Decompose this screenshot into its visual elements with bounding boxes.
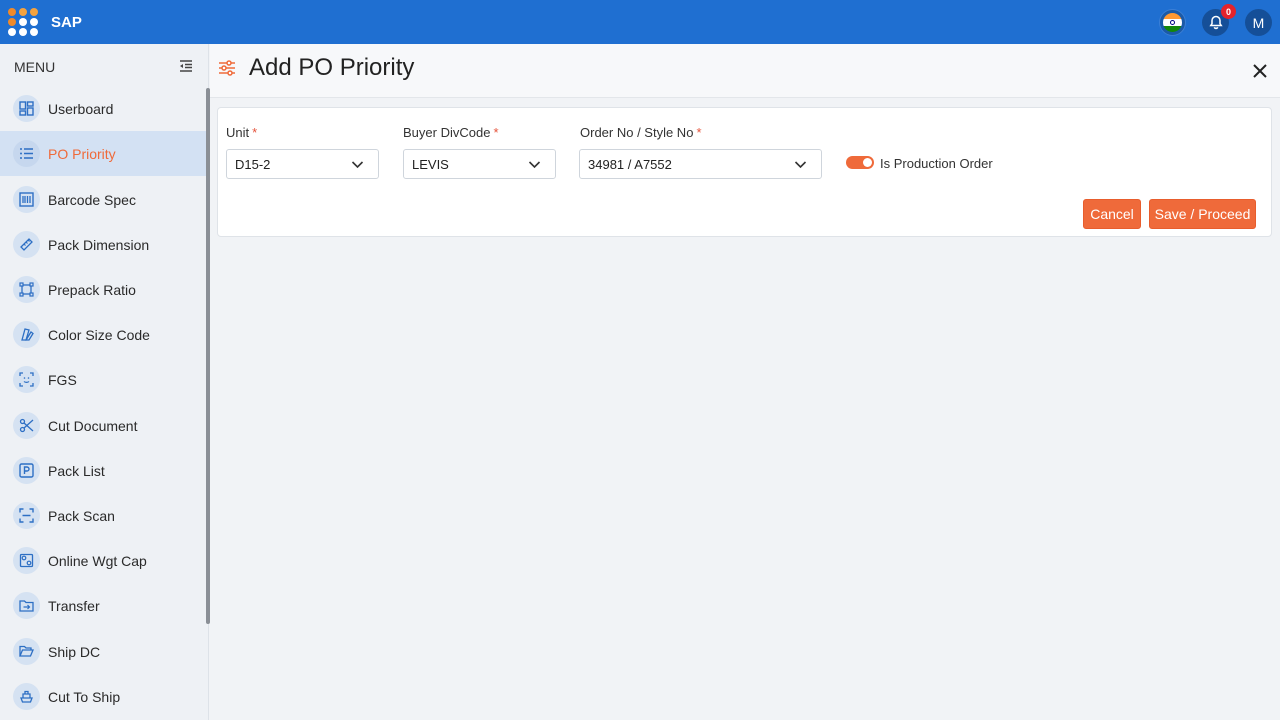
india-flag-icon[interactable] <box>1159 9 1186 36</box>
sliders-icon <box>219 60 235 76</box>
sidebar-item-prepack-ratio[interactable]: Prepack Ratio <box>0 267 207 312</box>
menu-header: MENU <box>14 59 56 75</box>
sidebar-item-label: Pack Dimension <box>48 236 150 253</box>
sidebar-item-barcode-spec[interactable]: Barcode Spec <box>0 177 207 222</box>
buyer-divcode-label-text: Buyer DivCode <box>403 125 491 140</box>
ship-icon <box>13 683 40 710</box>
save-proceed-button[interactable]: Save / Proceed <box>1149 199 1256 229</box>
unit-select-value: D15-2 <box>235 156 271 172</box>
vector-square-icon <box>13 276 40 303</box>
sidebar-item-userboard[interactable]: Userboard <box>0 86 207 131</box>
sidebar-item-label: Color Size Code <box>48 326 150 343</box>
color-swatch-icon <box>13 321 40 348</box>
chevron-down-icon <box>528 161 541 169</box>
sidebar-item-pack-scan[interactable]: Pack Scan <box>0 493 207 538</box>
scissors-icon <box>13 412 40 439</box>
app-grid-logo-icon[interactable] <box>8 8 38 36</box>
barcode-icon <box>13 186 40 213</box>
dashboard-icon <box>13 95 40 122</box>
sidebar-item-label: Cut To Ship <box>48 688 121 705</box>
parking-square-icon <box>13 457 40 484</box>
sidebar-item-label: Pack List <box>48 462 105 479</box>
sidebar-item-fgs[interactable]: FGS <box>0 357 207 402</box>
sidebar-item-label: Online Wgt Cap <box>48 552 147 569</box>
sidebar-item-label: Pack Scan <box>48 507 115 524</box>
app-title: SAP <box>51 14 82 31</box>
toggle-knob <box>863 158 872 167</box>
ruler-icon <box>13 231 40 258</box>
sidebar-item-pack-list[interactable]: Pack List <box>0 448 207 493</box>
chevron-down-icon <box>351 161 364 169</box>
required-mark: * <box>696 125 702 140</box>
order-style-select-value: 34981 / A7552 <box>588 156 672 172</box>
sidebar-item-transfer[interactable]: Transfer <box>0 583 207 628</box>
chevron-down-icon <box>794 161 807 169</box>
menu-collapse-icon[interactable] <box>178 58 194 74</box>
page-title: Add PO Priority <box>249 54 415 81</box>
cancel-button[interactable]: Cancel <box>1083 199 1141 229</box>
buyer-divcode-select-value: LEVIS <box>412 156 449 172</box>
sidebar-item-label: Prepack Ratio <box>48 281 136 298</box>
list-icon <box>13 140 40 167</box>
sidebar-item-cut-document[interactable]: Cut Document <box>0 403 207 448</box>
sidebar-item-online-wgt-cap[interactable]: Online Wgt Cap <box>0 538 207 583</box>
sidebar-item-label: Cut Document <box>48 417 138 434</box>
sidebar-item-label: FGS <box>48 371 77 388</box>
production-order-label: Is Production Order <box>880 156 993 171</box>
user-avatar[interactable]: M <box>1245 9 1272 36</box>
folder-transfer-icon <box>13 592 40 619</box>
sidebar-item-po-priority[interactable]: PO Priority <box>0 131 207 176</box>
close-icon[interactable] <box>1250 61 1270 81</box>
main-content: Add PO Priority Unit * D15-2 Buyer DivCod… <box>210 44 1280 720</box>
order-style-label-text: Order No / Style No <box>580 125 694 140</box>
po-priority-form: Unit * D15-2 Buyer DivCode * LEVIS Order N… <box>217 107 1272 237</box>
buyer-divcode-label: Buyer DivCode * <box>403 125 499 140</box>
scan-face-icon <box>13 366 40 393</box>
sidebar-item-pack-dimension[interactable]: Pack Dimension <box>0 222 207 267</box>
unit-label-text: Unit <box>226 125 250 140</box>
scan-icon <box>13 502 40 529</box>
top-bar: SAP 0 M <box>0 0 1280 44</box>
required-mark: * <box>493 125 499 140</box>
order-style-label: Order No / Style No * <box>580 125 702 140</box>
folder-open-icon <box>13 638 40 665</box>
sidebar-item-ship-dc[interactable]: Ship DC <box>0 629 207 674</box>
required-mark: * <box>252 125 258 140</box>
sidebar-item-label: Transfer <box>48 597 100 614</box>
sidebar-item-color-size-code[interactable]: Color Size Code <box>0 312 207 357</box>
sidebar-item-cut-to-ship[interactable]: Cut To Ship <box>0 674 207 719</box>
unit-label: Unit * <box>226 125 257 140</box>
production-order-toggle[interactable] <box>846 156 874 169</box>
buyer-divcode-select[interactable]: LEVIS <box>403 149 556 179</box>
sidebar-item-label: PO Priority <box>48 145 116 162</box>
grid-icon <box>13 547 40 574</box>
sidebar-item-label: Barcode Spec <box>48 191 136 208</box>
notification-count-badge: 0 <box>1221 4 1236 19</box>
order-style-select[interactable]: 34981 / A7552 <box>579 149 822 179</box>
sidebar-item-label: Ship DC <box>48 643 101 660</box>
sidebar-item-label: Userboard <box>48 100 114 117</box>
sidebar: MENU Userboard PO Priority Barcode Spec … <box>0 44 210 720</box>
page-header: Add PO Priority <box>210 44 1280 98</box>
unit-select[interactable]: D15-2 <box>226 149 379 179</box>
